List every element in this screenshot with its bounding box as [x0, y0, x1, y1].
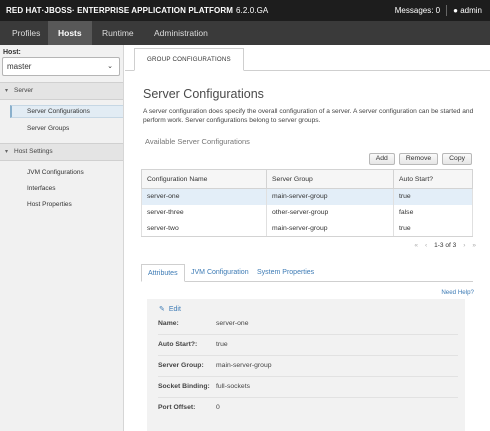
need-help-link[interactable]: Need Help? [441, 289, 474, 296]
table-header: Configuration Name Server Group Auto Sta… [141, 169, 473, 189]
chevron-down-icon: ⌄ [107, 63, 113, 70]
tab-attributes[interactable]: Attributes [141, 264, 185, 282]
top-right-area: Messages: 0 ● admin [395, 5, 482, 16]
field-value: true [216, 341, 228, 348]
pager: « ‹ 1-3 of 3 › » [414, 242, 476, 249]
server-config-table: Configuration Name Server Group Auto Sta… [141, 169, 473, 237]
brand-logo: RED HAT·JBOSS· ENTERPRISE APPLICATION PL… [6, 6, 268, 15]
available-label: Available Server Configurations [145, 137, 250, 146]
cell-autostart: false [393, 204, 473, 221]
user-icon: ● [453, 6, 458, 15]
brand-name: RED HAT·JBOSS· ENTERPRISE APPLICATION PL… [6, 6, 233, 15]
sidebar-item-server-configurations[interactable]: Server Configurations [10, 105, 123, 118]
collapse-icon: ▾ [5, 149, 9, 155]
field-value: server-one [216, 320, 249, 327]
messages-link[interactable]: Messages: 0 [395, 6, 440, 15]
collapse-icon: ▾ [5, 88, 9, 94]
field-label: Name: [158, 320, 179, 327]
host-select-value: master [7, 62, 32, 71]
prev-page-icon[interactable]: ‹ [425, 242, 427, 249]
cell-group: main-server-group [266, 188, 394, 205]
cell-name: server-three [141, 204, 267, 221]
page-description: A server configuration does specify the … [143, 108, 474, 124]
remove-button[interactable]: Remove [398, 153, 439, 165]
column-header-name[interactable]: Configuration Name [141, 169, 267, 189]
field-value: main-server-group [216, 362, 272, 369]
cell-name: server-two [141, 220, 267, 237]
sidebar: Host: master ⌄ ▾ Server Server Configura… [0, 45, 124, 431]
table-row[interactable]: server-three other-server-group false [141, 204, 473, 221]
field-socket-binding: Socket Binding: full-sockets [158, 378, 458, 398]
subtab-strip: GROUP CONFIGURATIONS [125, 45, 490, 71]
brand-version: 6.2.0.GA [235, 6, 269, 15]
pager-text: 1-3 of 3 [434, 242, 457, 249]
cell-autostart: true [393, 188, 473, 205]
field-label: Auto Start?: [158, 341, 198, 348]
edit-icon: ✎ [159, 306, 165, 313]
section-server[interactable]: ▾ Server [0, 82, 123, 100]
field-auto-start: Auto Start?: true [158, 336, 458, 356]
divider [446, 5, 448, 16]
cell-group: other-server-group [266, 204, 394, 221]
sidebar-item-host-properties[interactable]: Host Properties [10, 198, 123, 211]
table-row[interactable]: server-one main-server-group true [141, 188, 473, 205]
sidebar-item-jvm-configurations[interactable]: JVM Configurations [10, 166, 123, 179]
field-value: full-sockets [216, 383, 250, 390]
user-menu[interactable]: ● admin [453, 6, 482, 15]
tab-system-properties[interactable]: System Properties [251, 264, 320, 282]
cell-group: main-server-group [266, 220, 394, 237]
section-title: Host Settings [14, 148, 53, 155]
last-page-icon[interactable]: » [472, 242, 476, 249]
section-host-settings[interactable]: ▾ Host Settings [0, 143, 123, 161]
field-value: 0 [216, 404, 220, 411]
tab-hosts[interactable]: Hosts [48, 21, 92, 45]
detail-tabs: Attributes JVM Configuration System Prop… [141, 264, 473, 282]
cell-autostart: true [393, 220, 473, 237]
tab-jvm-configuration[interactable]: JVM Configuration [185, 264, 255, 282]
host-label: Host: [3, 49, 21, 56]
add-button[interactable]: Add [368, 153, 395, 165]
column-header-group[interactable]: Server Group [266, 169, 394, 189]
attributes-panel: ✎ Edit Name: server-one Auto Start?: true… [147, 299, 465, 431]
edit-link[interactable]: ✎ Edit [159, 305, 181, 313]
section-title: Server [14, 87, 34, 94]
table-row[interactable]: server-two main-server-group true [141, 220, 473, 237]
field-label: Server Group: [158, 362, 204, 369]
tab-runtime[interactable]: Runtime [92, 21, 144, 45]
top-bar: RED HAT·JBOSS· ENTERPRISE APPLICATION PL… [0, 0, 490, 21]
table-toolbar: Add Remove Copy [368, 153, 472, 165]
edit-label: Edit [168, 306, 181, 313]
first-page-icon[interactable]: « [414, 242, 418, 249]
cell-name: server-one [141, 188, 267, 205]
page-title: Server Configurations [143, 87, 264, 101]
field-label: Socket Binding: [158, 383, 210, 390]
host-select[interactable]: master ⌄ [2, 57, 120, 76]
tab-administration[interactable]: Administration [144, 21, 218, 45]
main-nav: Profiles Hosts Runtime Administration [0, 21, 490, 45]
tab-group-configurations[interactable]: GROUP CONFIGURATIONS [134, 48, 244, 71]
next-page-icon[interactable]: › [463, 242, 465, 249]
field-label: Port Offset: [158, 404, 196, 411]
tab-profiles[interactable]: Profiles [2, 21, 50, 45]
column-header-autostart[interactable]: Auto Start? [393, 169, 473, 189]
field-port-offset: Port Offset: 0 [158, 399, 458, 419]
sidebar-item-server-groups[interactable]: Server Groups [10, 122, 123, 135]
field-name: Name: server-one [158, 315, 458, 335]
copy-button[interactable]: Copy [442, 153, 472, 165]
user-name: admin [460, 6, 482, 15]
sidebar-item-interfaces[interactable]: Interfaces [10, 182, 123, 195]
field-server-group: Server Group: main-server-group [158, 357, 458, 377]
main-content: GROUP CONFIGURATIONS Server Configuratio… [125, 45, 490, 431]
